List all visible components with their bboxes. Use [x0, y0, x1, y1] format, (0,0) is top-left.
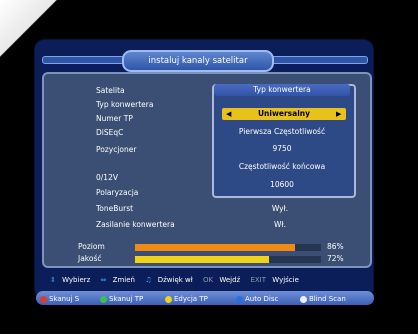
popup-title: Typ konwertera — [214, 84, 350, 96]
mute-icon: ♫ — [145, 276, 152, 284]
hint-enter: Wejdź — [219, 276, 241, 284]
yellow-dot-icon — [165, 295, 172, 303]
ok-key: OK — [203, 276, 214, 284]
field-numer-tp[interactable]: Numer TP — [96, 114, 133, 123]
hint-exit: Wyjście — [272, 276, 299, 284]
white-dot-icon — [300, 295, 307, 303]
edit-tp-button[interactable]: Edycja TP — [165, 294, 208, 304]
scan-s-button[interactable]: Skanuj S — [40, 294, 79, 304]
arrow-right-icon[interactable]: ▶ — [336, 108, 341, 120]
quality-bar-fill — [135, 256, 269, 263]
end-freq-label: Częstotliwość końcowa — [238, 162, 326, 171]
field-polaryzacja[interactable]: Polaryzacja — [96, 188, 138, 197]
title-wing-left — [42, 56, 124, 64]
level-bar-fill — [135, 244, 295, 251]
quality-bar — [135, 256, 321, 263]
level-percent: 86% — [327, 242, 344, 251]
end-freq-value[interactable]: 10600 — [212, 180, 352, 189]
quality-percent: 72% — [327, 254, 344, 263]
exit-key: EXIT — [250, 276, 267, 284]
field-typ-konwertera[interactable]: Typ konwertera — [96, 100, 153, 109]
red-dot-icon — [40, 295, 47, 303]
field-toneburst[interactable]: ToneBurst — [96, 204, 133, 213]
updown-icon: ⇕ — [50, 276, 56, 284]
field-012v[interactable]: 0/12V — [96, 173, 118, 182]
converter-type-select[interactable]: Uniwersalny — [222, 108, 346, 120]
field-diseqc[interactable]: DiSEqC — [96, 128, 123, 137]
hint-legend: ⇕ Wybierz ⇔ Zmień ♫ Dźwięk wł OK Wejdź E… — [50, 276, 307, 284]
scan-tp-button[interactable]: Skanuj TP — [100, 294, 143, 304]
toneburst-value: Wył. — [271, 204, 289, 213]
title-wing-right — [270, 56, 368, 64]
first-freq-label: Pierwsza Częstotliwość — [238, 127, 326, 136]
power-value: Wł. — [274, 220, 286, 229]
menu-title: instaluj kanaly satelitar — [122, 50, 274, 72]
quality-label: Jakość — [78, 254, 102, 263]
green-dot-icon — [100, 295, 107, 303]
blue-dot-icon — [236, 295, 243, 303]
hint-sound: Dźwięk wł — [157, 276, 193, 284]
field-satelita[interactable]: Satelita — [96, 86, 125, 95]
level-label: Poziom — [78, 242, 105, 251]
auto-disc-button[interactable]: Auto Disc — [236, 294, 278, 304]
hint-select: Wybierz — [62, 276, 91, 284]
arrow-left-icon[interactable]: ◀ — [226, 108, 231, 120]
leftright-icon: ⇔ — [100, 276, 107, 284]
hint-change: Zmień — [112, 276, 135, 284]
first-freq-value[interactable]: 9750 — [212, 144, 352, 153]
field-zasilanie[interactable]: Zasilanie konwertera — [96, 220, 175, 229]
field-pozycjoner[interactable]: Pozycjoner — [96, 145, 136, 154]
level-bar — [135, 244, 321, 251]
blind-scan-button[interactable]: Blind Scan — [300, 294, 346, 304]
